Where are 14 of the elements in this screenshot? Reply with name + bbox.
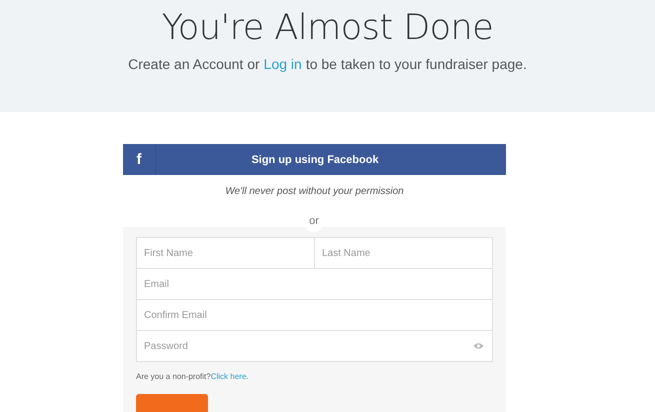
password-field[interactable]: Password	[136, 330, 493, 362]
eye-icon[interactable]	[473, 342, 484, 350]
facebook-signup-button[interactable]: f Sign up using Facebook	[123, 144, 506, 175]
input-field[interactable]: First Name	[136, 237, 315, 269]
login-link[interactable]: Log in	[264, 56, 302, 72]
subtitle-text: Create an Account or	[128, 56, 260, 72]
click-here-link[interactable]: Click here.	[210, 372, 249, 381]
permission-note: We'll never post without your permission	[224, 186, 405, 197]
subtitle-text: to be taken to your fundraiser page.	[306, 56, 527, 72]
input-field[interactable]: Email	[136, 268, 493, 300]
page-title: You're Almost Done	[160, 8, 494, 48]
nonprofit-text: Are you a non-profit?	[136, 372, 211, 381]
input-field[interactable]: Last Name	[314, 237, 493, 269]
input-field[interactable]: Confirm Email	[136, 299, 493, 331]
